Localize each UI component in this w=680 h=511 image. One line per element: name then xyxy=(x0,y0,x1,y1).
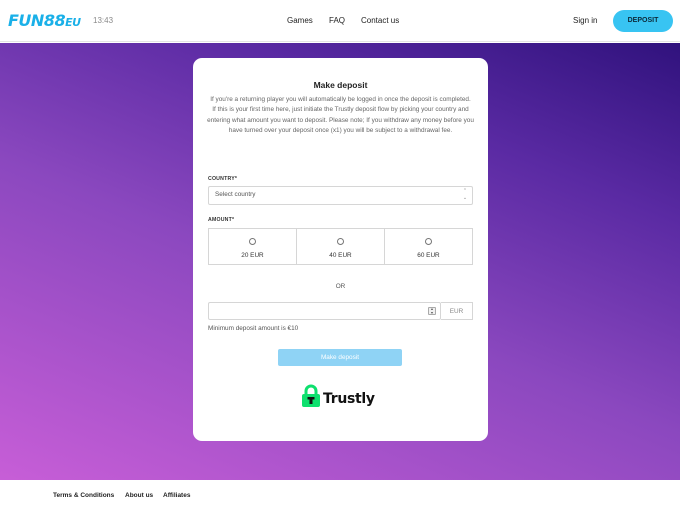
trustly-lock-icon xyxy=(302,384,320,407)
top-header: FUN88EU 13:43 Games FAQ Contact us Sign … xyxy=(0,0,680,42)
make-deposit-button[interactable]: Make deposit xyxy=(278,349,402,366)
trustly-logo: Trustly xyxy=(301,383,381,411)
amount-options: 20 EUR 40 EUR 60 EUR xyxy=(208,228,473,265)
country-label: COUNTRY* xyxy=(208,176,238,182)
amount-option-60[interactable]: 60 EUR xyxy=(385,229,472,264)
amount-option-label: 20 EUR xyxy=(241,252,264,259)
trustly-wordmark: Trustly xyxy=(323,391,375,407)
amount-option-label: 60 EUR xyxy=(417,252,440,259)
country-select[interactable]: Select country ⌃ ⌄ xyxy=(208,186,473,205)
number-stepper-icon[interactable]: ▲ ▼ xyxy=(428,307,436,315)
currency-suffix: EUR xyxy=(441,302,473,320)
amount-option-20[interactable]: 20 EUR xyxy=(209,229,297,264)
radio-icon[interactable] xyxy=(337,238,344,245)
select-arrows-icon: ⌃ ⌄ xyxy=(462,188,468,201)
deposit-card: Make deposit If you're a returning playe… xyxy=(193,58,488,441)
card-title: Make deposit xyxy=(313,80,368,90)
or-divider: OR xyxy=(335,283,346,290)
terms-link[interactable]: Terms & Conditions xyxy=(53,492,114,499)
minimum-deposit-note: Minimum deposit amount is €10 xyxy=(208,325,299,332)
amount-option-40[interactable]: 40 EUR xyxy=(297,229,385,264)
nav-contact-link[interactable]: Contact us xyxy=(361,16,399,25)
about-us-link[interactable]: About us xyxy=(125,492,153,499)
intro-text: If you're a returning player you will au… xyxy=(207,95,474,137)
country-select-placeholder: Select country xyxy=(215,191,256,198)
nav-faq-link[interactable]: FAQ xyxy=(329,16,345,25)
sign-in-link[interactable]: Sign in xyxy=(573,16,597,25)
custom-amount-input[interactable]: ▲ ▼ xyxy=(208,302,441,320)
intro-returning: If you're a returning player you will au… xyxy=(210,96,471,103)
deposit-button[interactable]: DEPOSIT xyxy=(613,10,673,32)
nav-games-link[interactable]: Games xyxy=(287,16,313,25)
intro-first-time: If this is your first time here, just in… xyxy=(207,106,474,135)
footer: Terms & Conditions About us Affiliates xyxy=(0,480,680,511)
radio-icon[interactable] xyxy=(249,238,256,245)
radio-icon[interactable] xyxy=(425,238,432,245)
amount-label: AMOUNT* xyxy=(208,217,235,223)
affiliates-link[interactable]: Affiliates xyxy=(163,492,190,499)
amount-option-label: 40 EUR xyxy=(329,252,352,259)
